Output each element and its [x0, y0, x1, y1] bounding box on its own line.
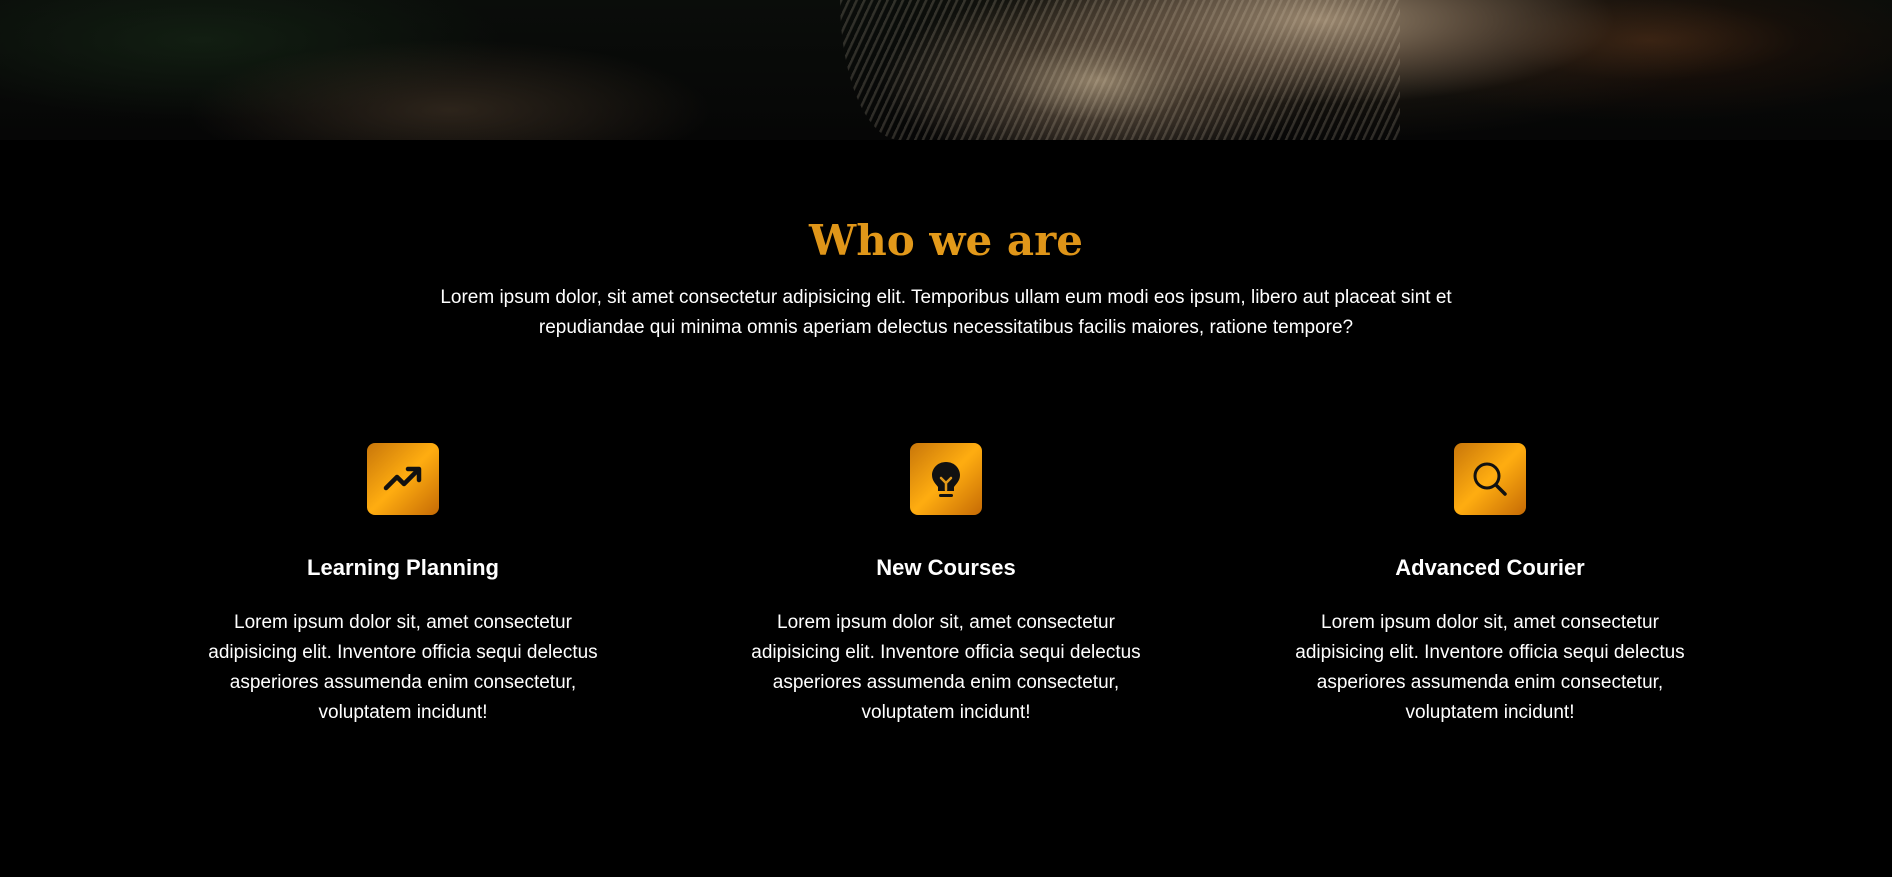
- hero-image-fur: [840, 0, 1400, 140]
- hero-image: [0, 0, 1892, 140]
- section-intro: Lorem ipsum dolor, sit amet consectetur …: [440, 287, 1452, 338]
- feature-learning-planning: Learning Planning Lorem ipsum dolor sit,…: [183, 443, 623, 728]
- feature-text: Lorem ipsum dolor sit, amet consectetur …: [1295, 612, 1685, 723]
- section-title: Who we are: [0, 216, 1892, 266]
- feature-title: Advanced Courier: [1395, 555, 1585, 580]
- trending-up-icon: [367, 443, 439, 515]
- feature-text: Lorem ipsum dolor sit, amet consectetur …: [208, 612, 598, 723]
- feature-new-courses: New Courses Lorem ipsum dolor sit, amet …: [726, 443, 1166, 728]
- features-row: Learning Planning Lorem ipsum dolor sit,…: [0, 443, 1892, 743]
- feature-title: New Courses: [876, 555, 1016, 580]
- lightbulb-icon: [910, 443, 982, 515]
- feature-advanced-courier: Advanced Courier Lorem ipsum dolor sit, …: [1270, 443, 1710, 728]
- page: Who we are Lorem ipsum dolor, sit amet c…: [0, 0, 1892, 877]
- feature-title: Learning Planning: [307, 555, 499, 580]
- feature-text: Lorem ipsum dolor sit, amet consectetur …: [751, 612, 1141, 723]
- search-icon: [1454, 443, 1526, 515]
